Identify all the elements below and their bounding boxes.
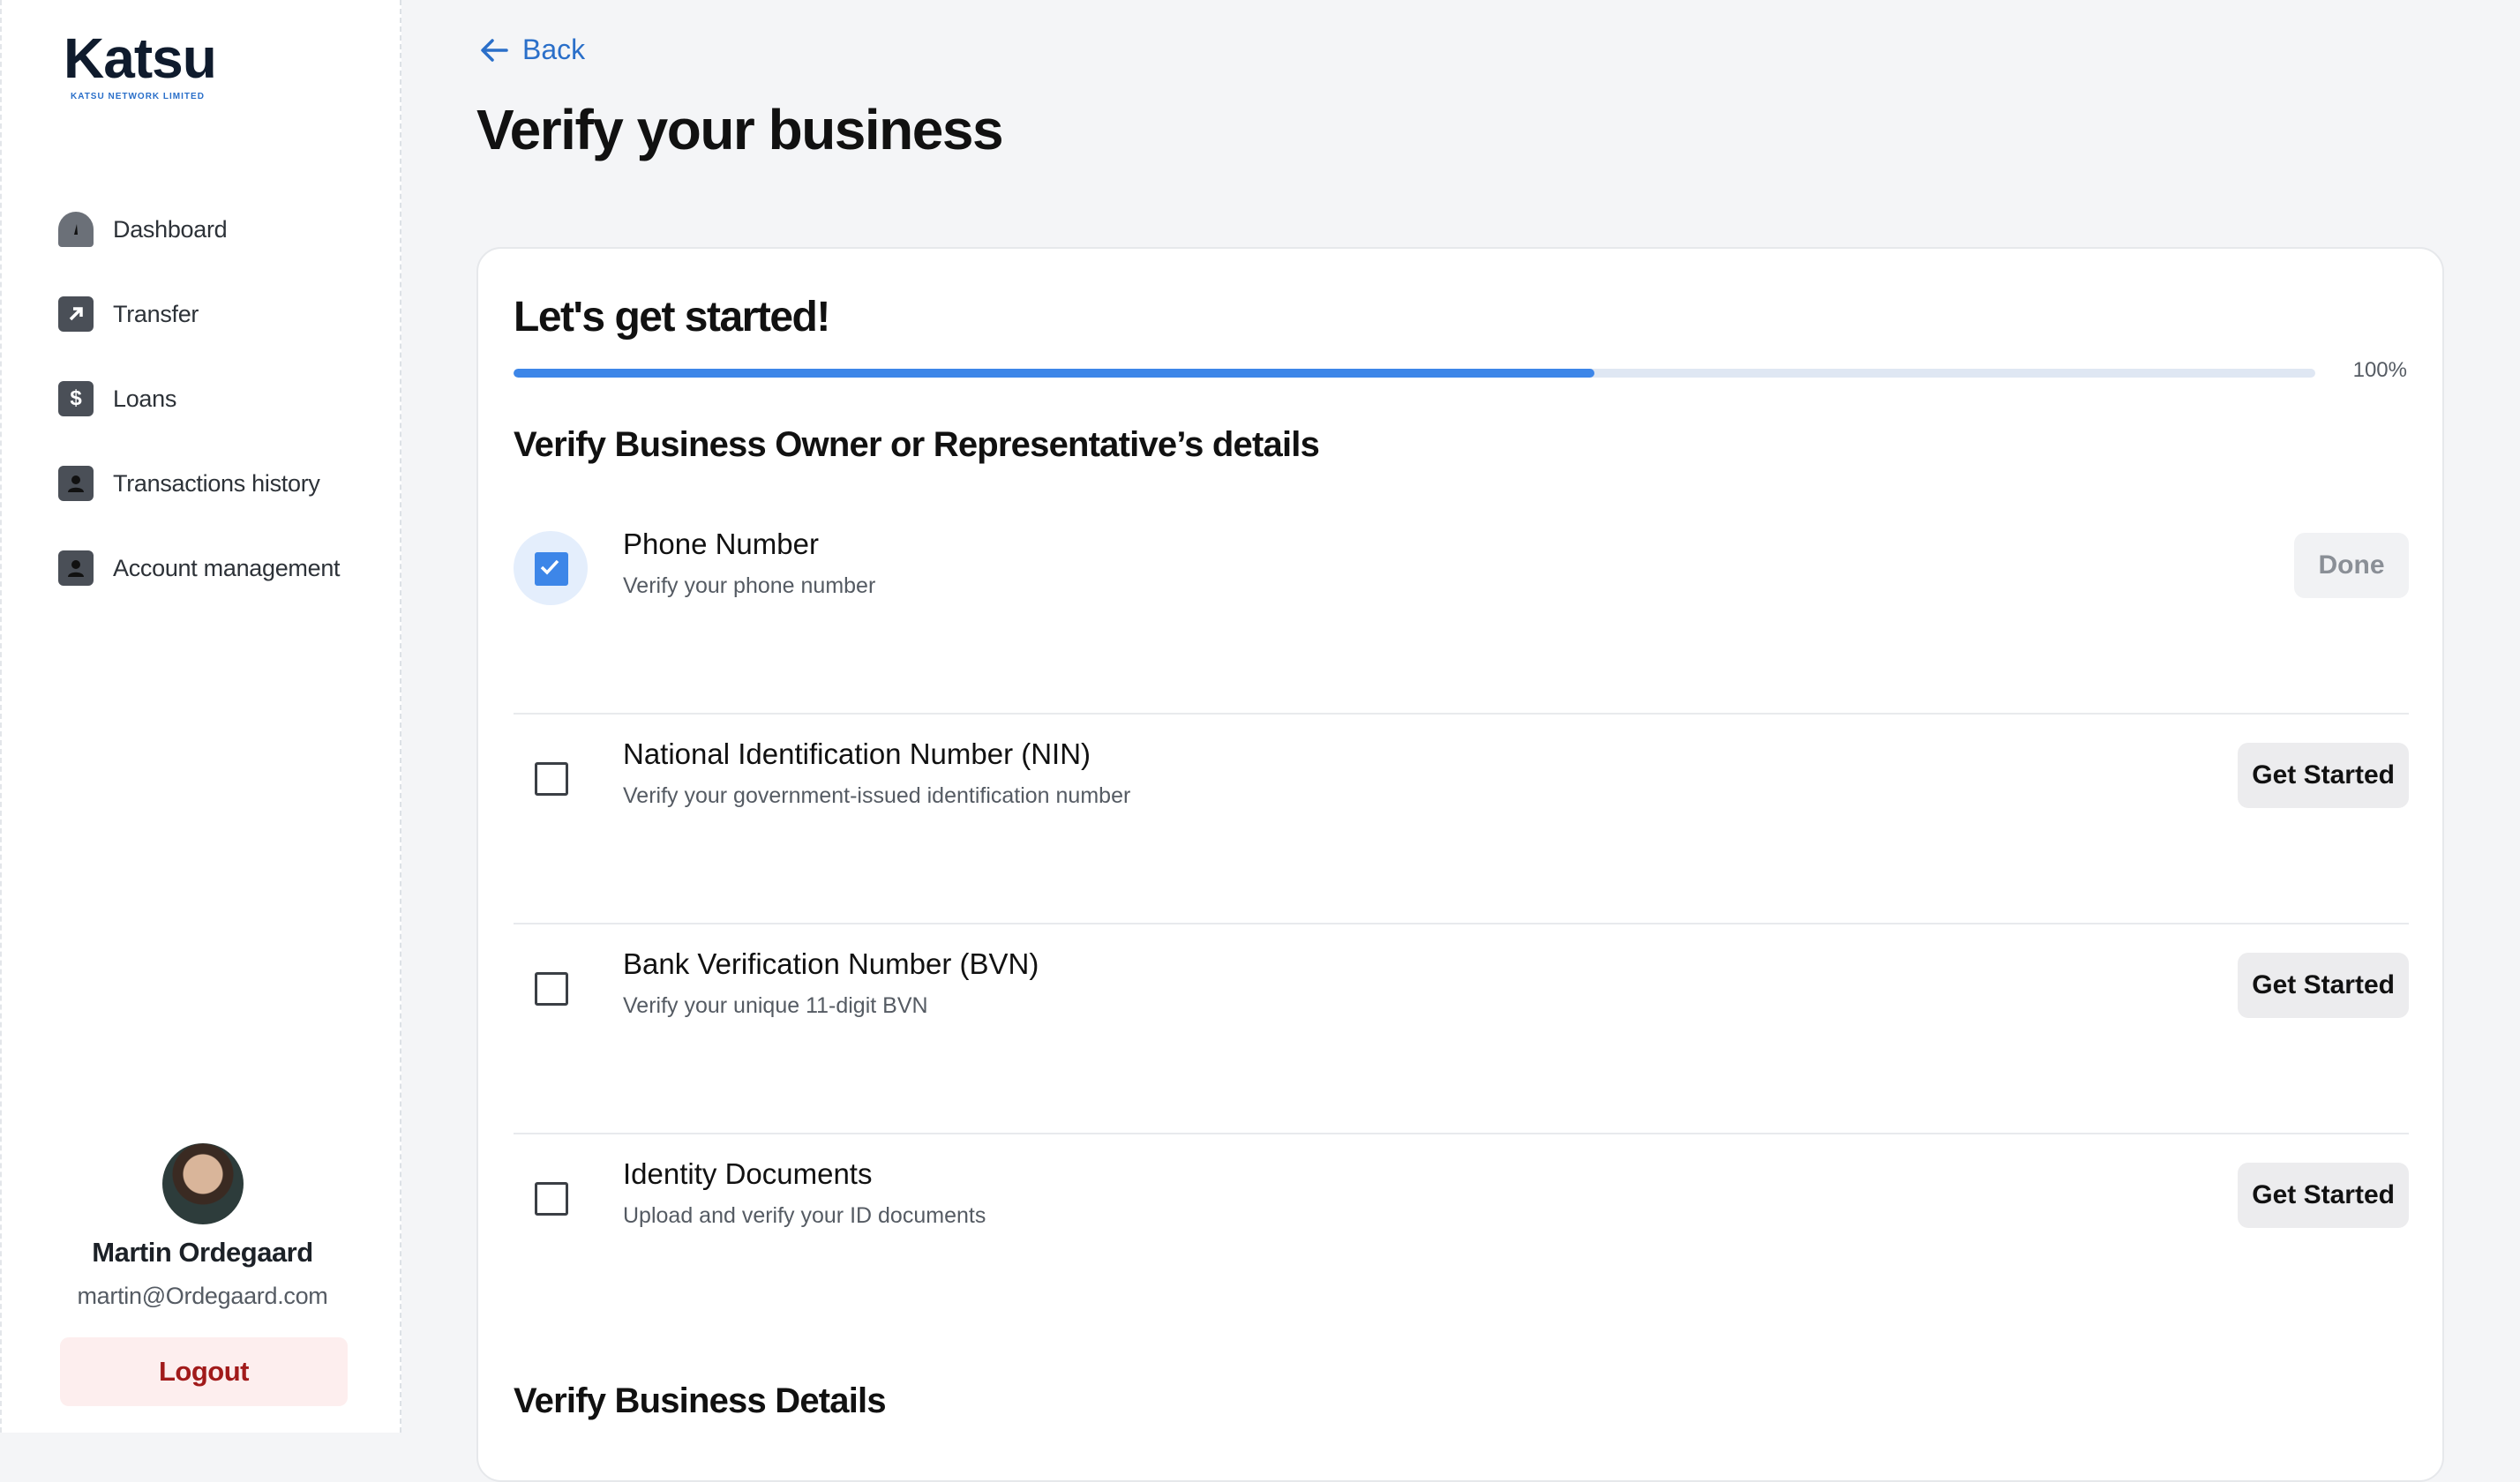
get-started-button[interactable]: Get Started xyxy=(2238,743,2409,808)
checkbox-icon xyxy=(535,1182,568,1216)
progress-fill xyxy=(514,369,1595,378)
step-subtitle: Verify your unique 11-digit BVN xyxy=(623,993,928,1018)
profile-email: martin@Ordegaard.com xyxy=(77,1283,328,1309)
step-bvn: Bank Verification Number (BVN) Verify yo… xyxy=(514,924,2409,1134)
step-phone-number: Phone Number Verify your phone number Do… xyxy=(514,505,2409,715)
sidebar: Katsu KATSU NETWORK LIMITED Dashboard Tr… xyxy=(0,0,401,1433)
sidebar-item-label: Loans xyxy=(113,385,177,412)
profile-name: Martin Ordegaard xyxy=(92,1237,313,1268)
progress-bar xyxy=(514,369,2315,378)
person-icon xyxy=(58,466,94,501)
sidebar-item-loans[interactable]: $ Loans xyxy=(58,356,340,441)
step-subtitle: Verify your government-issued identifica… xyxy=(623,783,1131,808)
section-title-business: Verify Business Details xyxy=(514,1381,887,1420)
transfer-arrow-icon xyxy=(58,296,94,332)
sidebar-item-transactions-history[interactable]: Transactions history xyxy=(58,441,340,526)
progress-label: 100% xyxy=(2352,358,2407,382)
section-title-owner: Verify Business Owner or Representative’… xyxy=(514,425,1320,464)
dollar-document-icon: $ xyxy=(58,381,94,416)
sidebar-item-transfer[interactable]: Transfer xyxy=(58,272,340,356)
person-icon xyxy=(58,550,94,586)
sidebar-item-label: Transactions history xyxy=(113,469,320,497)
step-title: National Identification Number (NIN) xyxy=(623,737,1091,770)
step-checkbox[interactable] xyxy=(514,951,588,1025)
get-started-button[interactable]: Get Started xyxy=(2238,1163,2409,1228)
back-label: Back xyxy=(522,34,586,65)
logout-button[interactable]: Logout xyxy=(60,1337,348,1406)
card-title: Let's get started! xyxy=(514,294,830,341)
step-title: Bank Verification Number (BVN) xyxy=(623,947,1039,980)
step-identity-documents: Identity Documents Upload and verify you… xyxy=(514,1134,2409,1343)
sidebar-item-label: Account management xyxy=(113,554,341,581)
logo-wordmark: Katsu xyxy=(64,26,217,90)
step-checkbox[interactable] xyxy=(514,531,588,605)
page-title: Verify your business xyxy=(476,98,1004,161)
step-subtitle: Upload and verify your ID documents xyxy=(623,1203,986,1228)
done-button[interactable]: Done xyxy=(2294,533,2409,598)
arrow-left-icon xyxy=(481,38,508,62)
step-title: Phone Number xyxy=(623,528,819,560)
verification-steps: Phone Number Verify your phone number Do… xyxy=(514,505,2409,1343)
user-profile: Martin Ordegaard martin@Ordegaard.com Lo… xyxy=(2,1143,403,1406)
sidebar-nav: Dashboard Transfer $ Loans Transactions … xyxy=(58,187,341,610)
checkmark-icon xyxy=(535,552,568,586)
avatar xyxy=(161,1143,244,1224)
katsu-logo[interactable]: Katsu KATSU NETWORK LIMITED xyxy=(64,30,231,101)
verification-card: Let's get started! 100% Verify Business … xyxy=(476,247,2444,1482)
dashboard-icon xyxy=(58,212,94,247)
logo-subtitle: KATSU NETWORK LIMITED xyxy=(71,92,205,101)
step-title: Identity Documents xyxy=(623,1157,873,1190)
back-link[interactable]: Back xyxy=(478,34,585,66)
sidebar-item-label: Transfer xyxy=(113,300,199,327)
sidebar-item-account-management[interactable]: Account management xyxy=(58,526,341,610)
checkbox-icon xyxy=(535,972,568,1006)
step-subtitle: Verify your phone number xyxy=(623,573,876,598)
step-nin: National Identification Number (NIN) Ver… xyxy=(514,715,2409,924)
checkbox-icon xyxy=(535,762,568,796)
sidebar-item-label: Dashboard xyxy=(113,215,228,243)
get-started-button[interactable]: Get Started xyxy=(2238,953,2409,1018)
step-checkbox[interactable] xyxy=(514,1161,588,1235)
step-checkbox[interactable] xyxy=(514,741,588,815)
sidebar-item-dashboard[interactable]: Dashboard xyxy=(58,187,340,272)
